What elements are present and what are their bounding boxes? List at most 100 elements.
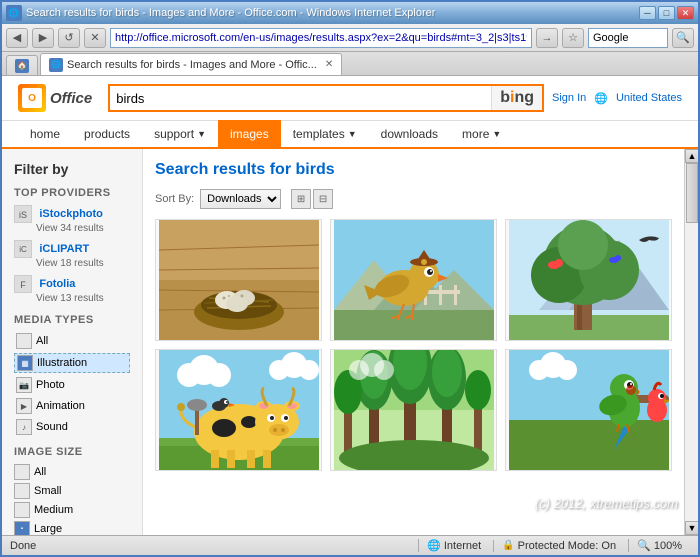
window-controls: ─ □ ✕	[639, 6, 694, 20]
provider-istockphoto[interactable]: iS iStockphoto View 34 results	[14, 205, 130, 234]
scroll-up-button[interactable]: ▲	[685, 149, 698, 163]
iclipart-count: View 18 results	[36, 258, 130, 269]
content-area: Filter by TOP PROVIDERS iS iStockphoto V…	[2, 149, 698, 535]
status-zoom: 🔍 100%	[628, 539, 690, 552]
scroll-track-area[interactable]	[685, 223, 698, 521]
tab-favicon-birds: 🌐	[49, 58, 63, 72]
size-all[interactable]: All	[14, 464, 130, 480]
provider-fotolia[interactable]: F Fotolia View 13 results	[14, 275, 130, 304]
tab-close-button[interactable]: ✕	[325, 59, 333, 70]
image-cell-5[interactable]	[330, 349, 497, 471]
refresh-button[interactable]: ↺	[58, 28, 80, 48]
provider-iclipart[interactable]: iC iCLIPART View 18 results	[14, 240, 130, 269]
image-1	[156, 220, 321, 340]
sort-select[interactable]: Downloads Newest Oldest	[200, 189, 281, 209]
sort-bar: Sort By: Downloads Newest Oldest ⊞ ⊟	[155, 189, 672, 209]
region-link[interactable]: United States	[616, 92, 682, 104]
media-illustration-label: Illustration	[37, 357, 87, 369]
bing-text: bing	[500, 89, 534, 107]
image-size-title: IMAGE SIZE	[14, 446, 130, 458]
address-input[interactable]	[110, 28, 532, 48]
status-bar: Done 🌐 Internet 🔒 Protected Mode: On 🔍 1…	[2, 535, 698, 555]
office-logo-square: O	[18, 84, 46, 112]
zone-icon: 🌐	[427, 540, 441, 552]
image-cell-6[interactable]	[505, 349, 672, 471]
view-buttons: ⊞ ⊟	[291, 189, 333, 209]
tab-birds[interactable]: 🌐 Search results for birds - Images and …	[40, 53, 342, 75]
office-logo-text: Office	[50, 90, 92, 107]
nav-templates[interactable]: templates ▼	[281, 120, 369, 148]
browser-icon: 🌐	[6, 5, 22, 21]
go-button[interactable]: →	[536, 28, 558, 48]
media-all-icon	[16, 333, 32, 349]
media-animation-label: Animation	[36, 400, 85, 412]
maximize-button[interactable]: □	[658, 6, 675, 20]
stop-button[interactable]: ✕	[84, 28, 106, 48]
main-content: O Office bing Sign In 🌐 United States ho…	[2, 76, 698, 555]
nav-products[interactable]: products	[72, 120, 142, 148]
fotolia-name: Fotolia	[39, 278, 75, 290]
office-logo: O Office	[18, 84, 92, 112]
media-sound[interactable]: ♪ Sound	[14, 418, 130, 436]
image-cell-4[interactable]	[155, 349, 322, 471]
minimize-button[interactable]: ─	[639, 6, 656, 20]
media-animation[interactable]: ▶ Animation	[14, 397, 130, 415]
media-photo[interactable]: 📷 Photo	[14, 376, 130, 394]
media-illustration-icon: ▦	[17, 355, 33, 371]
search-box[interactable]	[588, 28, 668, 48]
results-title: Search results for birds	[155, 161, 335, 179]
header-right: Sign In 🌐 United States	[552, 92, 682, 105]
sign-in-link[interactable]: Sign In	[552, 92, 586, 104]
image-cell-2[interactable]	[330, 219, 497, 341]
size-medium-icon	[14, 502, 30, 518]
size-small-icon	[14, 483, 30, 499]
istockphoto-icon: iS	[14, 205, 32, 223]
nav-images[interactable]: images	[218, 120, 281, 148]
nav-home[interactable]: home	[18, 120, 72, 148]
list-view-button[interactable]: ⊟	[313, 189, 333, 209]
size-large[interactable]: ▪ Large	[14, 521, 130, 535]
office-header: O Office bing Sign In 🌐 United States	[2, 76, 698, 121]
forward-button[interactable]: ▶	[32, 28, 54, 48]
size-small[interactable]: Small	[14, 483, 130, 499]
scroll-thumb[interactable]	[686, 163, 698, 223]
zoom-icon: 🔍	[637, 540, 651, 552]
tabs-bar: 🏠 🌐 Search results for birds - Images an…	[2, 52, 698, 76]
scroll-down-button[interactable]: ▼	[685, 521, 698, 535]
image-cell-3[interactable]	[505, 219, 672, 341]
status-right: 🌐 Internet 🔒 Protected Mode: On 🔍 100%	[418, 539, 690, 552]
favorites-button[interactable]: ☆	[562, 28, 584, 48]
zoom-text: 100%	[654, 540, 682, 552]
image-cell-1[interactable]	[155, 219, 322, 341]
istockphoto-name: iStockphoto	[39, 208, 103, 220]
results-header: Search results for birds	[155, 161, 672, 179]
media-illustration[interactable]: ▦ Illustration	[14, 353, 130, 373]
new-tab[interactable]: 🏠	[6, 55, 38, 75]
sort-label: Sort By:	[155, 193, 194, 205]
more-arrow-icon: ▼	[492, 129, 501, 139]
status-zone: 🌐 Internet	[418, 539, 489, 552]
media-all[interactable]: All	[14, 332, 130, 350]
nav-more[interactable]: more ▼	[450, 120, 513, 148]
close-button[interactable]: ✕	[677, 6, 694, 20]
media-photo-label: Photo	[36, 379, 65, 391]
scrollbar[interactable]: ▲ ▼	[684, 149, 698, 535]
support-arrow-icon: ▼	[197, 129, 206, 139]
nav-menu: home products support ▼ images templates…	[2, 121, 698, 149]
size-medium[interactable]: Medium	[14, 502, 130, 518]
iclipart-name: iCLIPART	[39, 243, 89, 255]
size-large-label: Large	[34, 523, 62, 535]
back-button[interactable]: ◀	[6, 28, 28, 48]
nav-downloads[interactable]: downloads	[369, 120, 450, 148]
tab-label: Search results for birds - Images and Mo…	[67, 59, 317, 71]
window-title: Search results for birds - Images and Mo…	[26, 7, 635, 19]
size-all-icon	[14, 464, 30, 480]
address-bar: ◀ ▶ ↺ ✕ → ☆ 🔍	[2, 24, 698, 52]
media-types-title: MEDIA TYPES	[14, 314, 130, 326]
office-search-input[interactable]	[110, 86, 491, 110]
grid-view-button[interactable]: ⊞	[291, 189, 311, 209]
size-large-icon: ▪	[14, 521, 30, 535]
nav-support[interactable]: support ▼	[142, 120, 218, 148]
fotolia-icon: F	[14, 275, 32, 293]
search-button[interactable]: 🔍	[672, 28, 694, 48]
